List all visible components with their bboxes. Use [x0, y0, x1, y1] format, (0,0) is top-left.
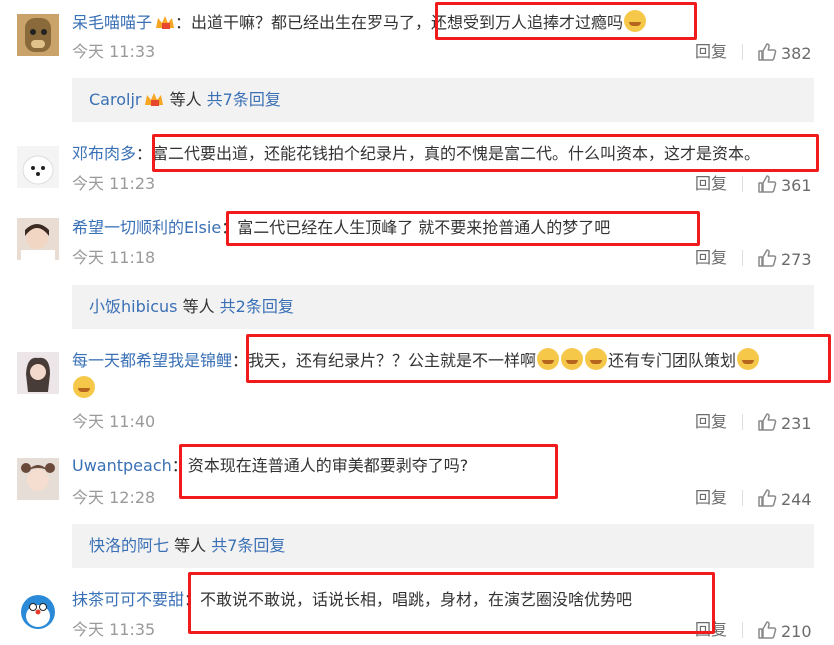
- face-emoji-icon: [537, 348, 560, 370]
- reply-summary[interactable]: 快洛的阿七 等人 共7条回复: [72, 524, 814, 568]
- comment-text: ：资本现在连普通人的审美都要剥夺了吗?: [171, 456, 469, 475]
- avatar[interactable]: [17, 218, 59, 260]
- divider: [742, 44, 743, 60]
- reply-button[interactable]: 回复: [695, 620, 727, 640]
- reply-button[interactable]: 回复: [695, 248, 727, 268]
- reply-mid: 等人: [182, 297, 215, 316]
- avatar[interactable]: [17, 352, 59, 394]
- reply-mid: 等人: [174, 536, 207, 555]
- comment-username[interactable]: 呆毛喵喵子: [72, 13, 152, 32]
- reply-username[interactable]: 快洛的阿七: [89, 536, 169, 555]
- like-button[interactable]: 210: [757, 620, 812, 642]
- divider: [742, 490, 743, 506]
- comment-text: ：富二代要出道，还能花钱拍个纪录片，真的不愧是富二代。什么叫资本，这才是资本。: [136, 144, 761, 163]
- shrug-emoji-icon: [737, 348, 760, 370]
- comment-username[interactable]: 抹茶可可不要甜: [72, 590, 184, 609]
- thumb-up-icon: [757, 174, 777, 194]
- thumb-up-icon: [757, 620, 777, 640]
- like-count: 231: [781, 414, 812, 433]
- comment-text: ：富二代已经在人生顶峰了 就不要来抢普通人的梦了吧: [221, 218, 611, 237]
- comment-text: ：不敢说不敢说，话说长相，唱跳，身材，在演艺圈没啥优势吧: [184, 590, 633, 609]
- divider: [742, 622, 743, 638]
- reply-count[interactable]: 共7条回复: [207, 90, 281, 109]
- avatar[interactable]: [17, 14, 59, 56]
- reply-button[interactable]: 回复: [695, 42, 727, 62]
- reply-count[interactable]: 共7条回复: [211, 536, 285, 555]
- laugh-emoji-icon: [624, 10, 647, 32]
- comment-username[interactable]: 希望一切顺利的Elsie: [72, 218, 221, 237]
- thumb-up-icon: [757, 248, 777, 268]
- comment-item: 抹茶可可不要甜：不敢说不敢说，话说长相，唱跳，身材，在演艺圈没啥优势吧 今天 1…: [0, 576, 834, 645]
- like-button[interactable]: 382: [757, 42, 812, 64]
- reply-summary[interactable]: Caroljr 等人 共7条回复: [72, 78, 814, 122]
- thumb-up-icon: [757, 412, 777, 432]
- reply-button[interactable]: 回复: [695, 412, 727, 432]
- like-count: 273: [781, 250, 812, 269]
- like-button[interactable]: 244: [757, 488, 812, 510]
- vip-crown-icon: [145, 93, 164, 106]
- comment-time: 今天 11:35: [72, 620, 156, 639]
- avatar[interactable]: [17, 458, 59, 500]
- comment-time: 今天 11:18: [72, 248, 156, 267]
- comment-item: 每一天都希望我是锦鲤：我天，还有纪录片？？公主就是不一样啊 还有专门团队策划 今天…: [0, 338, 834, 442]
- comment-item: 邓布肉多：富二代要出道，还能花钱拍个纪录片，真的不愧是富二代。什么叫资本，这才是…: [0, 130, 834, 206]
- reply-button[interactable]: 回复: [695, 488, 727, 508]
- like-button[interactable]: 361: [757, 174, 812, 196]
- like-count: 361: [781, 176, 812, 195]
- reply-summary[interactable]: 小饭hibicus 等人 共2条回复: [72, 285, 814, 329]
- reply-count[interactable]: 共2条回复: [220, 297, 294, 316]
- shrug-emoji-icon: [73, 376, 95, 398]
- comment-text: ：出道干嘛？都已经出生在罗马了，还想受到万人追捧才过瘾吗: [175, 13, 624, 32]
- comment-time: 今天 11:33: [72, 42, 156, 61]
- like-count: 210: [781, 622, 812, 641]
- thumb-up-icon: [757, 488, 777, 508]
- reply-button[interactable]: 回复: [695, 174, 727, 194]
- comment-time: 今天 12:28: [72, 488, 156, 507]
- divider: [742, 250, 743, 266]
- vip-crown-icon: [156, 16, 175, 29]
- comment-time: 今天 11:40: [72, 412, 156, 431]
- like-count: 382: [781, 44, 812, 63]
- reply-username[interactable]: Caroljr: [89, 90, 141, 109]
- avatar[interactable]: [17, 590, 59, 632]
- comment-item: Uwantpeach：资本现在连普通人的审美都要剥夺了吗? 今天 12:28 回…: [0, 442, 834, 518]
- face-emoji-icon: [561, 348, 584, 370]
- comment-username[interactable]: 每一天都希望我是锦鲤: [72, 351, 232, 370]
- comment-username[interactable]: 邓布肉多: [72, 144, 136, 163]
- like-button[interactable]: 231: [757, 412, 812, 434]
- like-count: 244: [781, 490, 812, 509]
- like-button[interactable]: 273: [757, 248, 812, 270]
- divider: [742, 176, 743, 192]
- avatar[interactable]: [17, 146, 59, 188]
- comment-item: 希望一切顺利的Elsie：富二代已经在人生顶峰了 就不要来抢普通人的梦了吧 今天…: [0, 206, 834, 280]
- thumb-up-icon: [757, 42, 777, 62]
- comment-text-continued: 还有专门团队策划: [608, 351, 737, 370]
- face-emoji-icon: [585, 348, 608, 370]
- comment-text: ：我天，还有纪录片？？公主就是不一样啊: [232, 351, 537, 370]
- comment-time: 今天 11:23: [72, 174, 156, 193]
- comment-username[interactable]: Uwantpeach: [72, 456, 172, 475]
- comment-item: 呆毛喵喵子 ：出道干嘛？都已经出生在罗马了，还想受到万人追捧才过瘾吗 今天 11:…: [0, 0, 834, 84]
- reply-username[interactable]: 小饭hibicus: [89, 297, 177, 316]
- divider: [742, 414, 743, 430]
- reply-mid: 等人: [169, 90, 202, 109]
